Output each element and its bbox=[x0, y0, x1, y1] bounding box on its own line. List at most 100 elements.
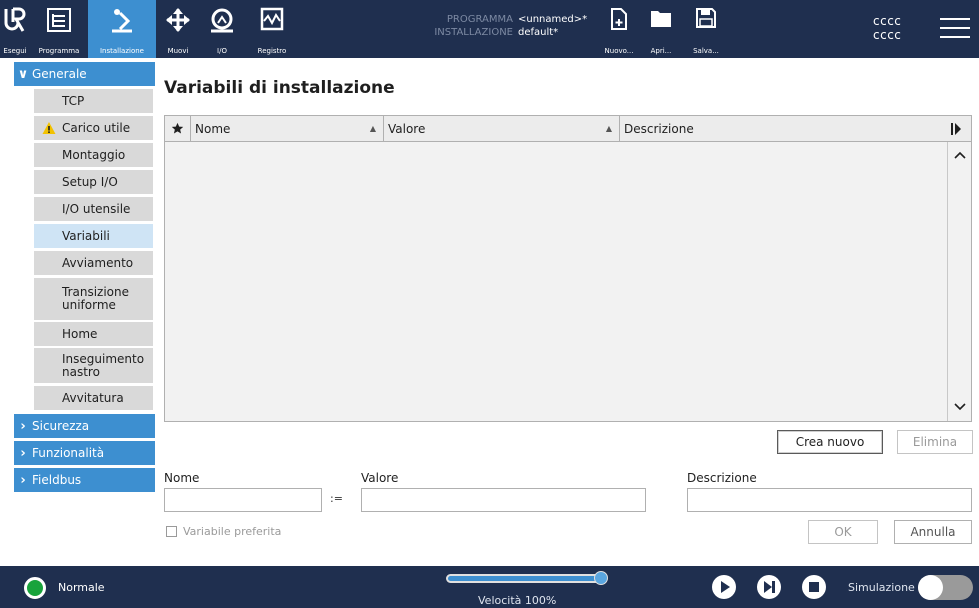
nav-installation-button[interactable]: Installazione bbox=[88, 0, 156, 58]
sidebar-group-fieldbus[interactable]: › Fieldbus bbox=[14, 468, 155, 492]
name-field-label: Nome bbox=[164, 471, 200, 485]
variables-table: Nome ▲ Valore ▲ Descrizione bbox=[164, 115, 972, 422]
sidebar-group-generale[interactable]: ∨ Generale bbox=[14, 62, 155, 86]
page-title: Variabili di installazione bbox=[164, 78, 395, 98]
sidebar-item-payload[interactable]: Carico utile bbox=[34, 116, 153, 140]
sidebar-group-sicurezza[interactable]: › Sicurezza bbox=[14, 414, 155, 438]
footer: Normale Velocità 100% Simulazione bbox=[0, 566, 979, 608]
nav-log-label: Registro bbox=[257, 47, 287, 55]
name-column-header[interactable]: Nome ▲ bbox=[195, 116, 384, 141]
value-column-header[interactable]: Valore ▲ bbox=[388, 116, 620, 141]
description-field-label: Descrizione bbox=[687, 471, 757, 485]
nav-log-button[interactable]: Registro bbox=[244, 0, 300, 58]
nav-move-label: Muovi bbox=[167, 47, 189, 55]
step-icon bbox=[764, 581, 775, 593]
scroll-up-icon[interactable] bbox=[948, 146, 972, 166]
column-menu-icon[interactable] bbox=[951, 116, 969, 141]
nav-io-label: I/O bbox=[217, 47, 227, 55]
sidebar-item-label: Setup I/O bbox=[62, 174, 118, 189]
value-input[interactable] bbox=[361, 488, 646, 512]
nav-program-label: Programma bbox=[38, 47, 80, 55]
sidebar-item-label: I/O utensile bbox=[62, 201, 131, 216]
favorite-column-header[interactable] bbox=[171, 116, 191, 141]
simulation-toggle[interactable] bbox=[918, 575, 973, 600]
sidebar-item-label: Variabili bbox=[62, 228, 110, 243]
sidebar-item-smooth-transition[interactable]: Transizione uniforme bbox=[34, 278, 153, 320]
sidebar-item-home[interactable]: Home bbox=[34, 322, 153, 346]
sidebar-group-label: Funzionalità bbox=[32, 446, 105, 460]
program-name: <unnamed>* bbox=[518, 14, 588, 25]
nav-program-button[interactable]: Programma bbox=[30, 0, 88, 58]
status-text: Normale bbox=[58, 581, 105, 594]
chevron-right-icon: › bbox=[20, 472, 26, 488]
sidebar-item-tcp[interactable]: TCP bbox=[34, 89, 153, 113]
log-chart-icon bbox=[260, 7, 284, 31]
nav-io-button[interactable]: I/O bbox=[200, 0, 244, 58]
move-arrows-icon bbox=[166, 8, 190, 32]
description-column-label: Descrizione bbox=[624, 121, 694, 136]
create-new-button[interactable]: Crea nuovo bbox=[777, 430, 883, 454]
sidebar-item-mounting[interactable]: Montaggio bbox=[34, 143, 153, 167]
play-button[interactable] bbox=[712, 575, 736, 599]
io-icon bbox=[211, 8, 233, 33]
sidebar-item-conveyor-tracking[interactable]: Inseguimento nastro bbox=[34, 348, 153, 383]
play-icon bbox=[721, 581, 730, 593]
nav-move-button[interactable]: Muovi bbox=[156, 0, 200, 58]
nav-run-label: Esegui bbox=[3, 47, 27, 55]
favorite-checkbox[interactable]: Variabile preferita bbox=[166, 525, 281, 538]
program-info: PROGRAMMA <unnamed>* INSTALLAZIONE default… bbox=[425, 13, 587, 39]
description-input[interactable] bbox=[687, 488, 972, 512]
installation-name: default* bbox=[518, 27, 559, 38]
cancel-button[interactable]: Annulla bbox=[894, 520, 972, 544]
name-input[interactable] bbox=[164, 488, 322, 512]
table-header: Nome ▲ Valore ▲ Descrizione bbox=[165, 116, 971, 142]
sidebar-item-screwdriving[interactable]: Avvitatura bbox=[34, 386, 153, 410]
ok-button[interactable]: OK bbox=[808, 520, 878, 544]
program-key: PROGRAMMA bbox=[446, 14, 513, 25]
sidebar-item-label: Montaggio bbox=[62, 147, 126, 162]
speed-label: Velocità 100% bbox=[478, 594, 557, 607]
status-indicator-icon[interactable] bbox=[24, 577, 46, 599]
installation-robot-icon bbox=[112, 9, 132, 33]
nav-run-button[interactable]: Esegui bbox=[0, 0, 30, 58]
step-button[interactable] bbox=[757, 575, 781, 599]
chevron-down-icon: ∨ bbox=[17, 66, 29, 82]
sidebar-group-funzionalita[interactable]: › Funzionalità bbox=[14, 441, 155, 465]
sidebar: ∨ Generale TCP Carico utile Montaggio Se… bbox=[0, 58, 157, 566]
scroll-down-icon[interactable] bbox=[948, 398, 972, 418]
sidebar-item-tool-io[interactable]: I/O utensile bbox=[34, 197, 153, 221]
delete-button[interactable]: Elimina bbox=[897, 430, 973, 454]
top-header: Esegui Programma Installazione Muovi I/O bbox=[0, 0, 979, 58]
user-line2: cccc bbox=[873, 28, 902, 42]
toggle-knob bbox=[918, 575, 943, 600]
user-info: cccc cccc bbox=[873, 14, 901, 42]
sidebar-item-label: Transizione uniforme bbox=[62, 285, 130, 312]
assign-operator: := bbox=[330, 492, 343, 505]
chevron-right-icon: › bbox=[20, 445, 26, 461]
speed-slider[interactable] bbox=[446, 574, 604, 583]
new-file-label: Nuovo... bbox=[604, 47, 634, 55]
table-scrollbar[interactable] bbox=[947, 142, 971, 421]
sidebar-item-label: Avvitatura bbox=[62, 390, 124, 405]
checkbox-box[interactable] bbox=[166, 526, 177, 537]
sidebar-group-label: Sicurezza bbox=[32, 419, 90, 433]
sort-asc-icon: ▲ bbox=[605, 124, 612, 133]
sidebar-item-label: TCP bbox=[62, 93, 85, 108]
value-column-label: Valore bbox=[388, 121, 426, 136]
hamburger-menu-icon[interactable] bbox=[940, 18, 970, 38]
save-file-button[interactable]: Salva... bbox=[682, 0, 730, 58]
open-file-button[interactable]: Apri... bbox=[640, 0, 682, 58]
new-file-button[interactable]: Nuovo... bbox=[598, 0, 640, 58]
description-column-header[interactable]: Descrizione bbox=[624, 116, 924, 141]
sidebar-item-io-setup[interactable]: Setup I/O bbox=[34, 170, 153, 194]
ur-logo-icon bbox=[4, 7, 26, 32]
speed-slider-handle[interactable] bbox=[594, 571, 608, 585]
warning-icon bbox=[42, 122, 56, 134]
sidebar-item-startup[interactable]: Avviamento bbox=[34, 251, 153, 275]
value-field-label: Valore bbox=[361, 471, 399, 485]
stop-button[interactable] bbox=[802, 575, 826, 599]
sidebar-item-variables[interactable]: Variabili bbox=[34, 224, 153, 248]
sidebar-group-label: Fieldbus bbox=[32, 473, 82, 487]
save-file-label: Salva... bbox=[693, 47, 719, 55]
program-tree-icon bbox=[47, 8, 71, 32]
